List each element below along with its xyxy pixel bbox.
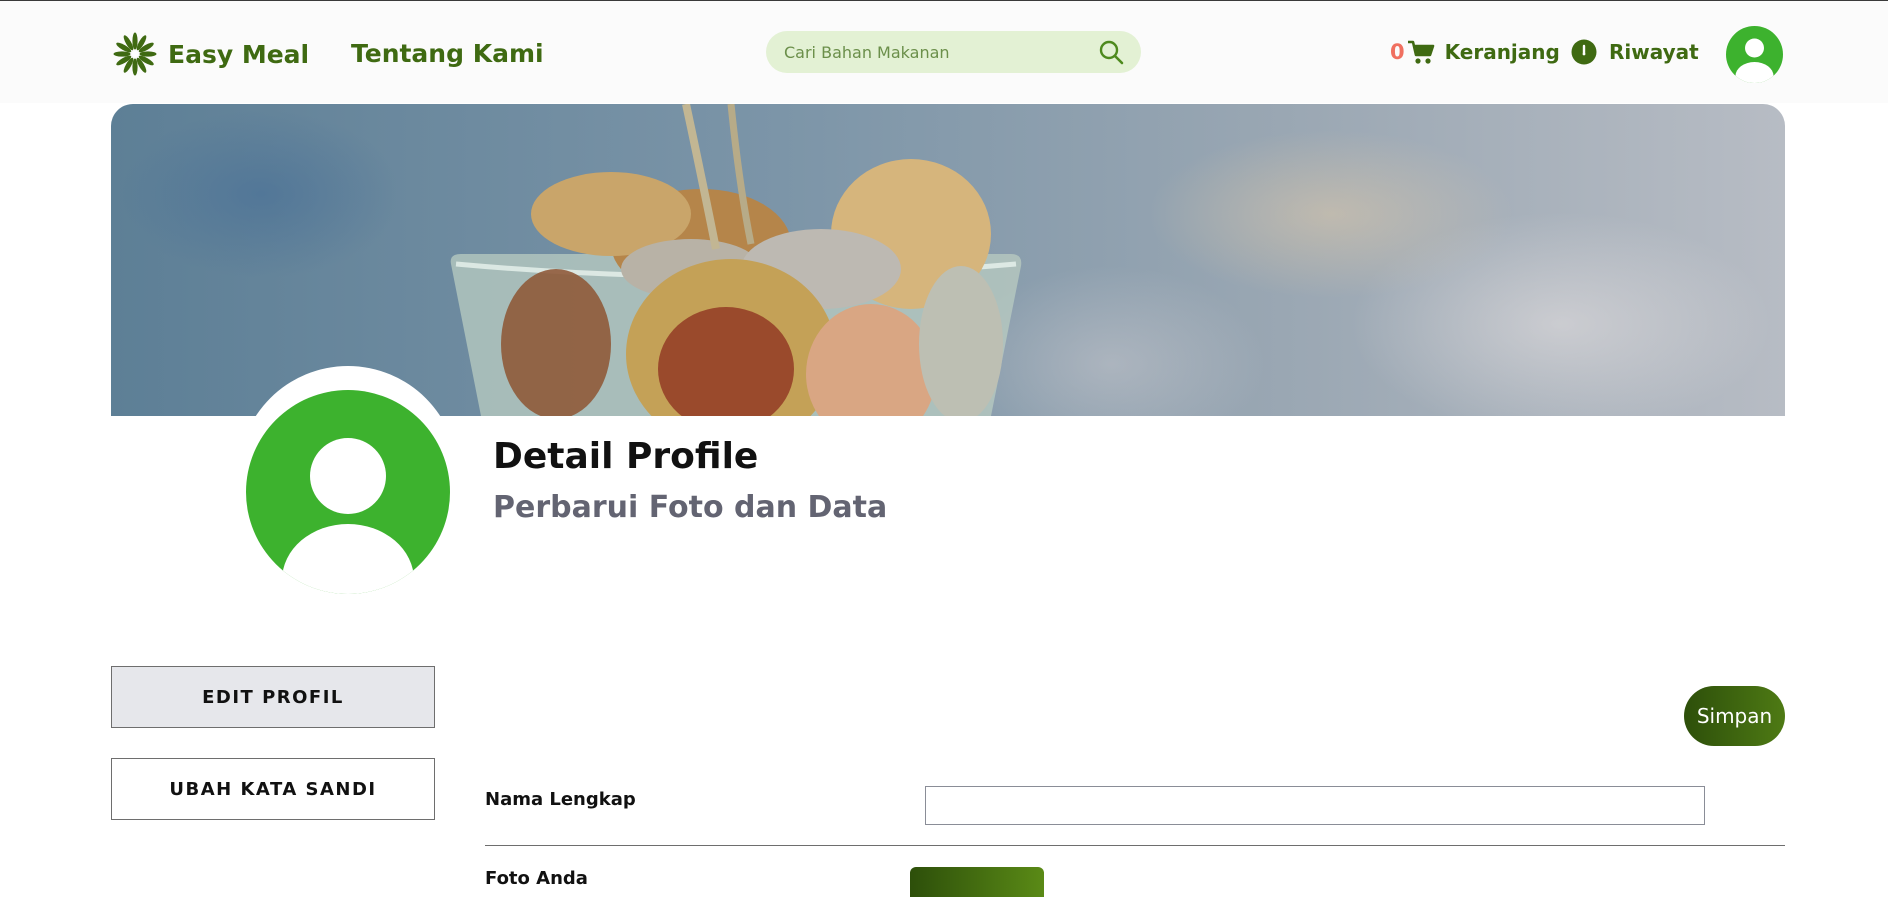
save-button[interactable]: Simpan [1684,686,1785,746]
full-name-label: Nama Lengkap [485,789,636,810]
brand-name: Easy Meal [168,39,310,69]
page-title: Detail Profile [493,436,759,477]
profile-avatar-icon[interactable] [246,390,450,594]
search-bar [766,31,1141,73]
history-icon [1571,39,1597,65]
easy-meal-logo-icon [113,32,157,76]
form-divider [485,845,1785,846]
brand-link[interactable]: Easy Meal [112,31,309,77]
change-password-button[interactable]: UBAH KATA SANDI [111,758,435,820]
cart-label: Keranjang [1444,40,1560,64]
cart-icon [1407,40,1434,64]
cart-link[interactable]: 0 Keranjang [1390,39,1560,65]
navbar: Easy Meal Tentang Kami 0 Keranjang Riway… [0,1,1888,103]
search-icon[interactable] [1098,39,1124,65]
cart-count-badge: 0 [1390,40,1405,64]
full-name-input[interactable] [925,786,1705,825]
history-label: Riwayat [1609,40,1699,64]
edit-profile-button[interactable]: EDIT PROFIL [111,666,435,728]
nav-link-about[interactable]: Tentang Kami [351,39,544,68]
search-input[interactable] [784,31,1084,73]
history-link[interactable]: Riwayat [1571,39,1699,65]
user-avatar-icon[interactable] [1726,26,1783,83]
page-subtitle: Perbarui Foto dan Data [493,490,888,525]
photo-upload-button[interactable] [910,867,1044,897]
